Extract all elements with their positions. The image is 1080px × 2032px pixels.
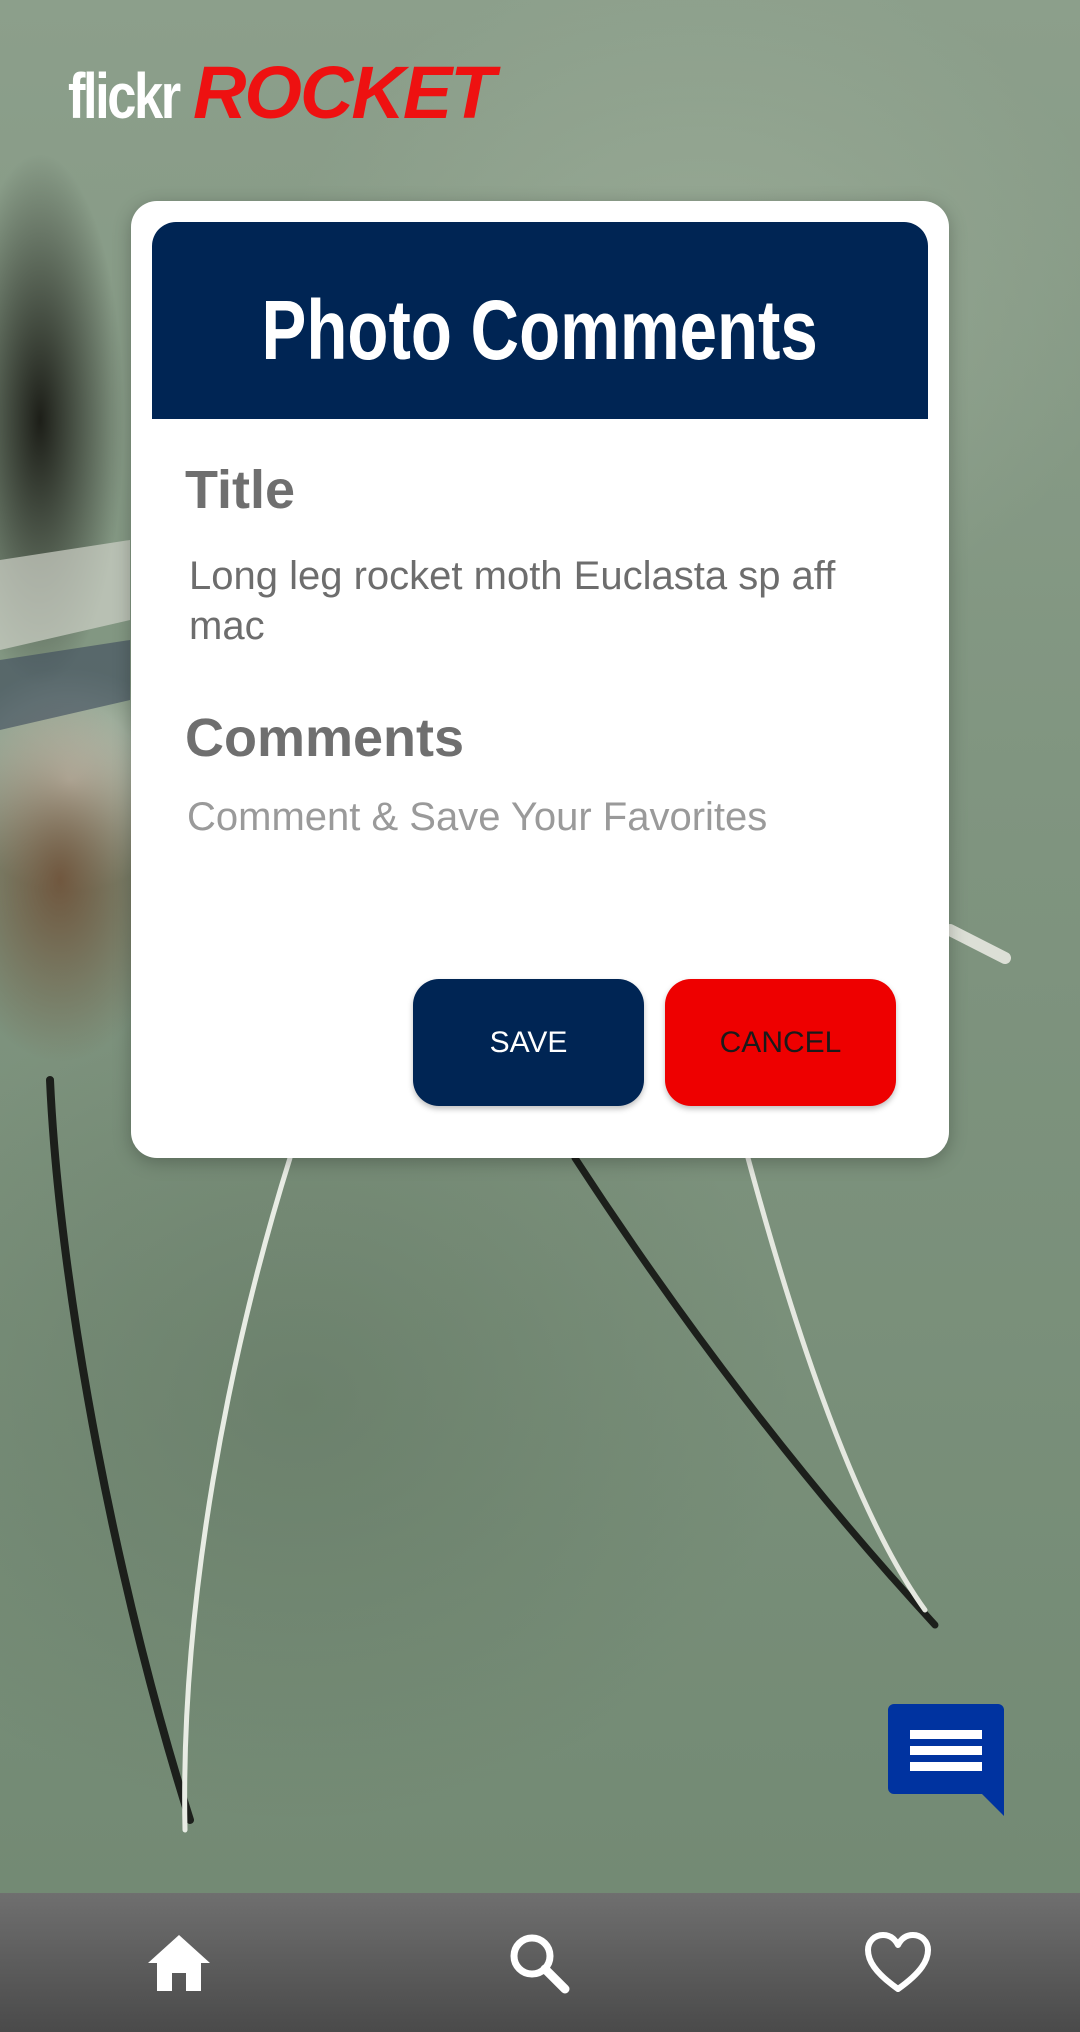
logo-rocket-text: ROCKET (192, 51, 495, 134)
app-logo: flickr ROCKET (68, 50, 495, 134)
nav-search[interactable] (503, 1927, 575, 1999)
title-label: Title (185, 460, 296, 520)
logo-flickr-text: flickr (68, 60, 181, 132)
home-icon (148, 1935, 210, 1991)
save-button[interactable]: SAVE (413, 979, 644, 1106)
search-icon (510, 1934, 570, 1994)
nav-favorites[interactable] (862, 1927, 934, 1999)
photo-title-value: Long leg rocket moth Euclasta sp aff mac (189, 554, 836, 648)
dialog-header: Photo Comments (152, 222, 928, 419)
bottom-navigation (0, 1893, 1080, 2032)
app-screen: flickr ROCKET Photo Comments Title Long … (0, 0, 1080, 2032)
cancel-button[interactable]: CANCEL (665, 979, 896, 1106)
comments-label: Comments (185, 708, 465, 768)
comments-input[interactable] (187, 795, 887, 915)
nav-home[interactable] (143, 1927, 215, 1999)
dialog-title: Photo Comments (261, 283, 819, 377)
heart-icon (865, 1932, 931, 1992)
comments-fab[interactable] (886, 1700, 1006, 1820)
comment-icon (888, 1704, 1004, 1816)
photo-comments-dialog: Photo Comments Title Long leg rocket mot… (131, 201, 949, 1158)
